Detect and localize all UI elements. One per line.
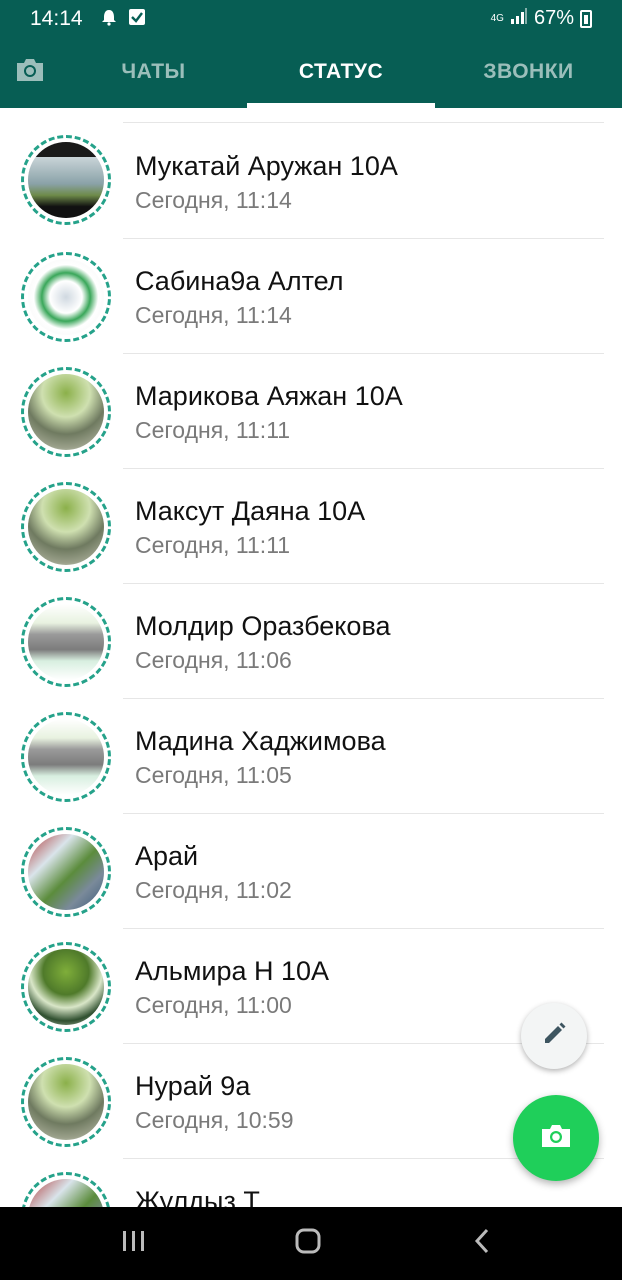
camera-icon bbox=[14, 56, 46, 89]
status-ring bbox=[21, 252, 111, 342]
status-row[interactable]: Максут Даяна 10А Сегодня, 11:11 bbox=[0, 468, 622, 583]
status-time: Сегодня, 11:06 bbox=[135, 647, 292, 673]
avatar bbox=[28, 374, 104, 450]
avatar bbox=[28, 259, 104, 335]
status-row[interactable]: Марикова Аяжан 10А Сегодня, 11:11 bbox=[0, 353, 622, 468]
status-ring bbox=[21, 1057, 111, 1147]
avatar bbox=[28, 1064, 104, 1140]
status-time: Сегодня, 11:00 bbox=[135, 992, 292, 1018]
status-ring bbox=[21, 482, 111, 572]
contact-name: Молдир Оразбекова bbox=[135, 611, 391, 641]
tab-calls[interactable]: ЗВОНКИ bbox=[435, 36, 622, 108]
back-icon bbox=[472, 1227, 492, 1260]
status-time: Сегодня, 11:05 bbox=[135, 762, 292, 788]
status-time: Сегодня, 11:14 bbox=[135, 302, 292, 328]
status-row[interactable]: Мадина Хаджимова Сегодня, 11:05 bbox=[0, 698, 622, 813]
contact-name: Жулдыз Т bbox=[135, 1186, 260, 1207]
tab-bar: ЧАТЫ СТАТУС ЗВОНКИ bbox=[0, 36, 622, 108]
home-icon bbox=[294, 1227, 322, 1260]
recent-apps-button[interactable] bbox=[89, 1207, 179, 1280]
status-ring bbox=[21, 367, 111, 457]
avatar bbox=[28, 834, 104, 910]
status-row[interactable]: Мукатай Аружан 10А Сегодня, 11:14 bbox=[0, 123, 622, 238]
status-time: Сегодня, 11:14 bbox=[135, 187, 292, 213]
status-time: 14:14 bbox=[30, 7, 83, 30]
avatar bbox=[28, 142, 104, 218]
avatar bbox=[28, 719, 104, 795]
contact-name: Сабина9а Алтел bbox=[135, 266, 344, 296]
camera-icon bbox=[539, 1122, 573, 1155]
status-row[interactable]: Арай Сегодня, 11:02 bbox=[0, 813, 622, 928]
status-ring bbox=[21, 712, 111, 802]
contact-name: Мукатай Аружан 10А bbox=[135, 151, 398, 181]
status-time: Сегодня, 11:11 bbox=[135, 532, 291, 558]
battery-icon bbox=[580, 9, 592, 28]
contact-name: Альмира Н 10А bbox=[135, 956, 330, 986]
text-status-button[interactable] bbox=[521, 1003, 587, 1069]
status-ring bbox=[21, 135, 111, 225]
pencil-icon bbox=[540, 1020, 568, 1053]
back-button[interactable] bbox=[437, 1207, 527, 1280]
recent-apps-icon bbox=[121, 1229, 147, 1258]
status-row[interactable]: Сабина9а Алтел Сегодня, 11:14 bbox=[0, 238, 622, 353]
contact-name: Марикова Аяжан 10А bbox=[135, 381, 403, 411]
tab-status[interactable]: СТАТУС bbox=[247, 36, 435, 108]
contact-name: Мадина Хаджимова bbox=[135, 726, 386, 756]
camera-status-button[interactable] bbox=[513, 1095, 599, 1181]
status-ring bbox=[21, 597, 111, 687]
checkbox-notification-icon bbox=[128, 8, 146, 31]
signal-icon bbox=[510, 7, 528, 30]
battery-percent: 67% bbox=[533, 7, 574, 29]
contact-name: Нурай 9а bbox=[135, 1071, 251, 1101]
avatar bbox=[28, 604, 104, 680]
network-type: 4G bbox=[490, 12, 504, 24]
status-bar: 14:14 4G 67% bbox=[0, 0, 622, 36]
status-row[interactable]: Молдир Оразбекова Сегодня, 11:06 bbox=[0, 583, 622, 698]
camera-tab[interactable] bbox=[0, 36, 60, 108]
alarm-icon bbox=[100, 8, 118, 31]
status-time: Сегодня, 11:02 bbox=[135, 877, 292, 903]
status-ring bbox=[21, 942, 111, 1032]
avatar bbox=[28, 489, 104, 565]
status-time: Сегодня, 10:59 bbox=[135, 1107, 294, 1133]
status-ring bbox=[21, 1172, 111, 1207]
contact-name: Максут Даяна 10А bbox=[135, 496, 366, 526]
avatar bbox=[28, 949, 104, 1025]
status-ring bbox=[21, 827, 111, 917]
system-nav-bar bbox=[0, 1207, 622, 1280]
status-time: Сегодня, 11:11 bbox=[135, 417, 291, 443]
tab-chats[interactable]: ЧАТЫ bbox=[60, 36, 247, 108]
home-button[interactable] bbox=[263, 1207, 353, 1280]
contact-name: Арай bbox=[135, 841, 199, 871]
avatar bbox=[28, 1179, 104, 1207]
